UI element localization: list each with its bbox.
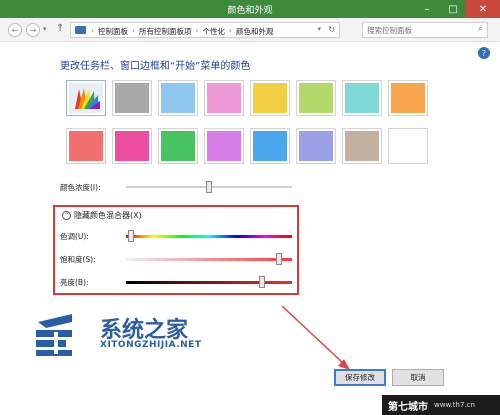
minimize-icon[interactable]: – (414, 0, 440, 18)
color-wheel-icon (75, 88, 100, 109)
address-dropdown-icon[interactable]: ▾ (317, 25, 321, 33)
brightness-slider[interactable] (126, 281, 292, 284)
breadcrumb-item[interactable]: 所有控制面板项 (139, 26, 192, 37)
search-icon[interactable]: ⌕ (478, 24, 483, 34)
control-panel-icon (75, 26, 86, 34)
address-field[interactable]: › 控制面板 › 所有控制面板项 › 个性化 › 颜色和外观 ▾ ↻ (70, 22, 340, 38)
brand-url: www.th7.cn (434, 401, 475, 409)
hue-thumb[interactable] (127, 230, 134, 242)
automatic-color-swatch[interactable] (66, 80, 106, 116)
breadcrumb-item[interactable]: 个性化 (203, 26, 226, 37)
saturation-thumb[interactable] (275, 253, 282, 265)
color-swatch[interactable] (204, 80, 244, 116)
hue-label: 色调(U): (60, 232, 89, 241)
color-swatch[interactable] (158, 128, 198, 164)
search-input[interactable] (363, 23, 463, 37)
color-intensity-thumb[interactable] (206, 181, 212, 193)
color-swatch[interactable] (296, 128, 336, 164)
watermark-logo-icon (36, 314, 72, 356)
color-swatch[interactable] (250, 128, 290, 164)
page-title: 更改任务栏、窗口边框和“开始”菜单的颜色 (60, 61, 251, 72)
hue-slider[interactable] (126, 235, 292, 238)
cancel-button[interactable]: 取消 (392, 369, 444, 386)
hide-color-mixer-label: 隐藏颜色混合器(X) (74, 211, 142, 220)
color-swatch[interactable] (296, 80, 336, 116)
brand-name: 第七城市 (388, 401, 428, 413)
forward-icon[interactable]: → (26, 23, 40, 37)
window-controls: – □ ✕ (414, 0, 500, 18)
back-icon[interactable]: ← (8, 23, 22, 37)
refresh-icon[interactable]: ↻ (328, 25, 335, 34)
site-brand: 第七城市 www.th7.cn (382, 395, 500, 415)
recent-dropdown-icon[interactable]: ▾ (43, 25, 47, 33)
color-intensity-label: 颜色浓度(I): (60, 183, 101, 192)
color-swatch[interactable] (388, 128, 428, 164)
watermark-subtitle: XITONGZHIJIA.NET (100, 340, 202, 350)
breadcrumb: › 控制面板 › 所有控制面板项 › 个性化 › 颜色和外观 (91, 26, 274, 37)
color-swatch[interactable] (112, 128, 152, 164)
hide-color-mixer-toggle[interactable]: ⌃ 隐藏颜色混合器(X) (62, 210, 142, 221)
color-swatch[interactable] (250, 80, 290, 116)
color-swatch[interactable] (342, 128, 382, 164)
close-icon[interactable]: ✕ (466, 0, 500, 18)
save-changes-button[interactable]: 保存修改 (334, 369, 386, 386)
help-icon[interactable]: ? (478, 47, 490, 59)
color-swatch[interactable] (342, 80, 382, 116)
search-field[interactable]: ⌕ (362, 22, 488, 38)
address-bar: ← → ▾ ↑ › 控制面板 › 所有控制面板项 › 个性化 › 颜色和外观 ▾… (0, 18, 500, 42)
maximize-icon[interactable]: □ (440, 0, 466, 18)
brightness-label: 亮度(B): (60, 278, 89, 287)
breadcrumb-item[interactable]: 颜色和外观 (236, 26, 274, 37)
color-swatch[interactable] (204, 128, 244, 164)
color-swatch[interactable] (112, 80, 152, 116)
up-arrow-icon[interactable]: ↑ (56, 23, 64, 34)
breadcrumb-item[interactable]: 控制面板 (98, 26, 128, 37)
title-bar: 颜色和外观 – □ ✕ (0, 0, 500, 18)
saturation-slider[interactable] (126, 258, 292, 261)
watermark: 系统之家 XITONGZHIJIA.NET (32, 306, 232, 366)
button-row: 保存修改 取消 (0, 362, 500, 390)
saturation-label: 饱和度(S): (60, 255, 96, 264)
collapse-icon: ⌃ (62, 211, 71, 220)
brightness-thumb[interactable] (259, 276, 266, 288)
color-swatch[interactable] (158, 80, 198, 116)
color-swatch[interactable] (66, 128, 106, 164)
color-swatch[interactable] (388, 80, 428, 116)
